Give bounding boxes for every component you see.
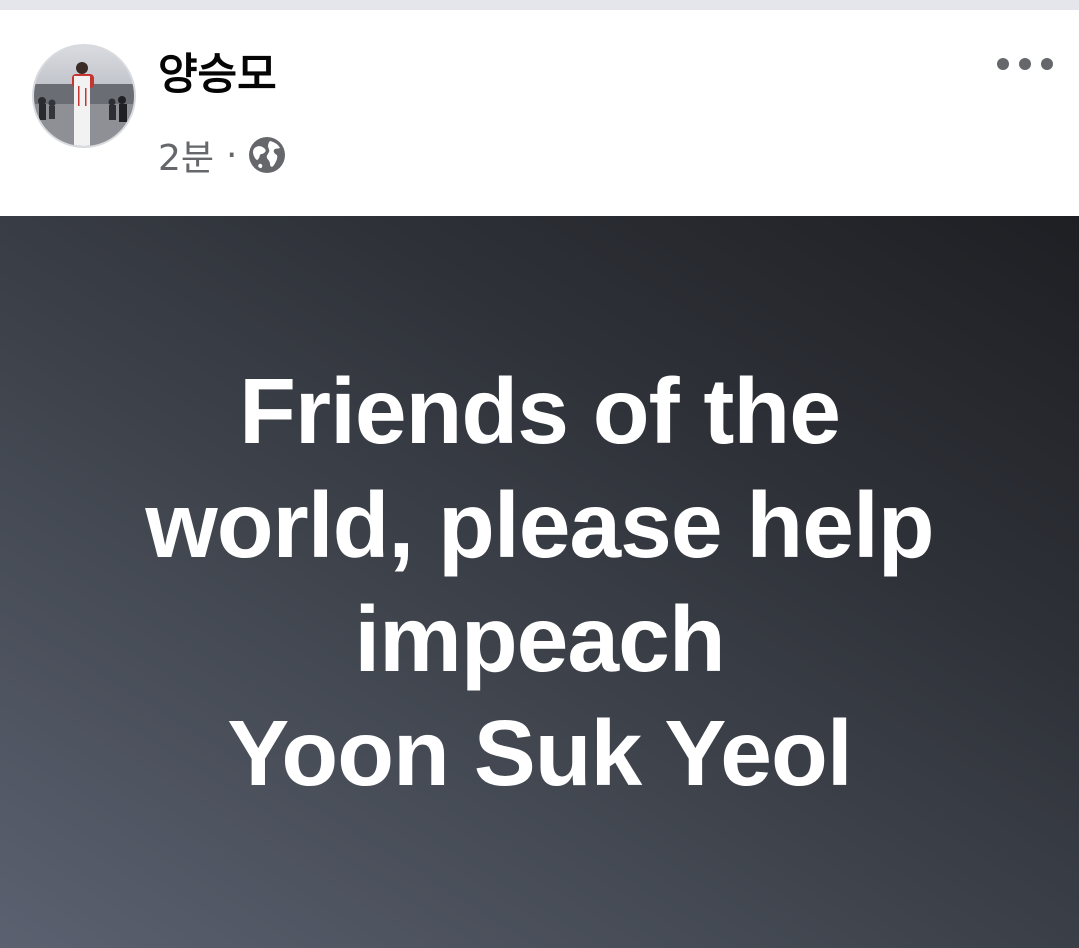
post-meta: 2분 ·: [158, 129, 287, 181]
post-text-line: world, please help: [145, 473, 934, 577]
post-text-line: impeach: [354, 587, 725, 691]
post-timestamp[interactable]: 2분: [158, 129, 214, 181]
post-text-background[interactable]: Friends of the world, please help impeac…: [0, 216, 1079, 948]
profile-photo: [34, 46, 134, 146]
author-name[interactable]: 양승모: [158, 48, 277, 102]
more-dot: [1041, 58, 1053, 70]
post-text: Friends of the world, please help impeac…: [40, 354, 1039, 810]
top-divider: [0, 0, 1079, 10]
more-dot: [997, 58, 1009, 70]
globe-icon[interactable]: [247, 135, 287, 175]
post-text-line: Friends of the: [239, 359, 841, 463]
author-avatar[interactable]: [32, 44, 136, 148]
post-text-line: Yoon Suk Yeol: [227, 701, 852, 805]
post-header: 양승모 2분 ·: [0, 10, 1079, 216]
facebook-post-screen: 양승모 2분 · Friends of the world, please he…: [0, 0, 1079, 948]
more-options-icon[interactable]: [997, 48, 1053, 80]
meta-separator: ·: [226, 134, 238, 176]
more-dot: [1019, 58, 1031, 70]
